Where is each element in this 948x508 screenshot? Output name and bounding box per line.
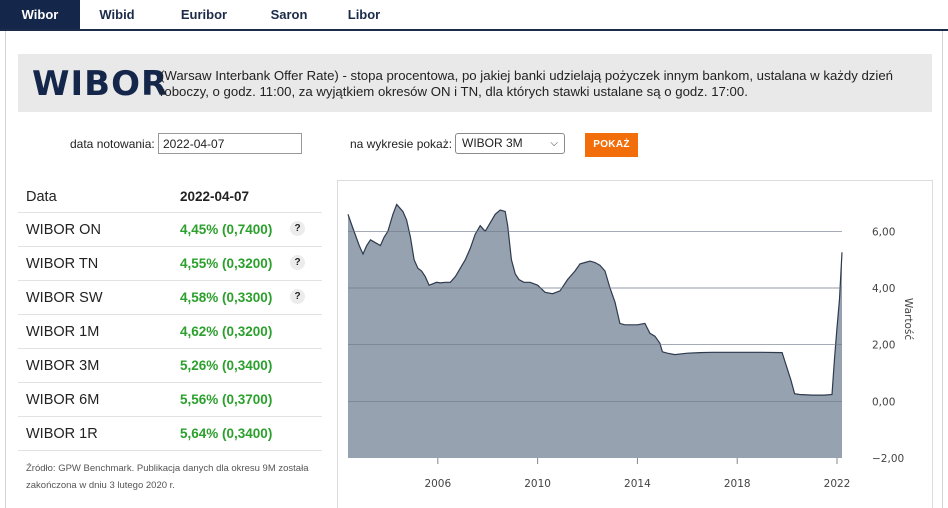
x-tick-label: 2010 [524,478,551,490]
chevron-down-icon: ⌵ [550,138,558,149]
rate-name: WIBOR 6M [26,392,100,408]
banner-title: WIBOR [32,64,169,104]
rate-name: WIBOR 3M [26,358,100,374]
rate-value: 4,45% (0,7400) [180,222,273,237]
rate-value: 4,62% (0,3200) [180,324,273,339]
source-note: Źródło: GPW Benchmark. Publikacja danych… [26,463,309,491]
rate-value: 5,64% (0,3400) [180,426,273,441]
rate-value: 4,58% (0,3300) [180,290,273,305]
date-input[interactable] [158,133,302,154]
help-icon[interactable]: ? [290,289,305,304]
y-tick-label: 4,00 [872,283,895,295]
tab-euribor[interactable]: Euribor [154,0,254,29]
show-button[interactable]: POKAŻ [585,133,638,157]
banner-description: (Warsaw Interbank Offer Rate) - stopa pr… [160,68,894,99]
table-row: WIBOR TN 4,55% (0,3200) ? [18,247,322,281]
header-date-label: Data [26,189,57,205]
tab-wibid[interactable]: Wibid [80,0,154,29]
series-select[interactable]: WIBOR 3M ⌵ [455,133,565,154]
rate-value: 4,55% (0,3200) [180,256,273,271]
rate-value: 5,56% (0,3700) [180,392,273,407]
help-icon[interactable]: ? [290,221,305,236]
rate-name: WIBOR ON [26,222,101,238]
tab-saron[interactable]: Saron [254,0,324,29]
rates-table: Data 2022-04-07 WIBOR ON 4,45% (0,7400) … [18,180,322,451]
y-tick-label: 2,00 [872,340,895,352]
table-row: WIBOR 6M 5,56% (0,3700) [18,383,322,417]
x-tick-label: 2006 [424,478,451,490]
y-axis-label: Wartość [902,298,914,340]
rate-chart: −2,00 0,00 2,00 4,00 6,00 2006 2010 2014 2018 202… [337,180,933,508]
info-banner: WIBOR (Warsaw Interbank Offer Rate) - st… [18,54,932,112]
rate-name: WIBOR TN [26,256,99,272]
tab-libor[interactable]: Libor [324,0,404,29]
chart-series-label: na wykresie pokaż: [350,137,453,151]
table-row: WIBOR 1M 4,62% (0,3200) [18,315,322,349]
series-select-value: WIBOR 3M [462,136,523,150]
table-header: Data 2022-04-07 [18,180,322,213]
rate-chart-svg: −2,00 0,00 2,00 4,00 6,00 2006 2010 2014 2018 202… [347,203,914,490]
table-row: WIBOR SW 4,58% (0,3300) ? [18,281,322,315]
y-tick-label: 6,00 [872,226,895,238]
table-row: WIBOR 1R 5,64% (0,3400) [18,417,322,451]
x-tick-label: 2022 [824,478,851,490]
rate-name: WIBOR SW [26,290,103,306]
y-tick-label: −2,00 [872,453,904,465]
rate-value: 5,26% (0,3400) [180,358,273,373]
series-area [348,204,842,458]
date-label: data notowania: [70,137,155,151]
x-tick-label: 2014 [624,478,651,490]
tab-wibor[interactable]: Wibor [0,0,80,29]
table-row: WIBOR ON 4,45% (0,7400) ? [18,213,322,247]
help-icon[interactable]: ? [290,255,305,270]
header-date-value: 2022-04-07 [180,189,250,204]
x-tick-label: 2018 [724,478,751,490]
rate-name: WIBOR 1M [26,324,100,340]
rate-tabs: Wibor Wibid Euribor Saron Libor [0,0,948,31]
rate-name: WIBOR 1R [26,426,98,442]
y-tick-label: 0,00 [872,396,895,408]
table-row: WIBOR 3M 5,26% (0,3400) [18,349,322,383]
